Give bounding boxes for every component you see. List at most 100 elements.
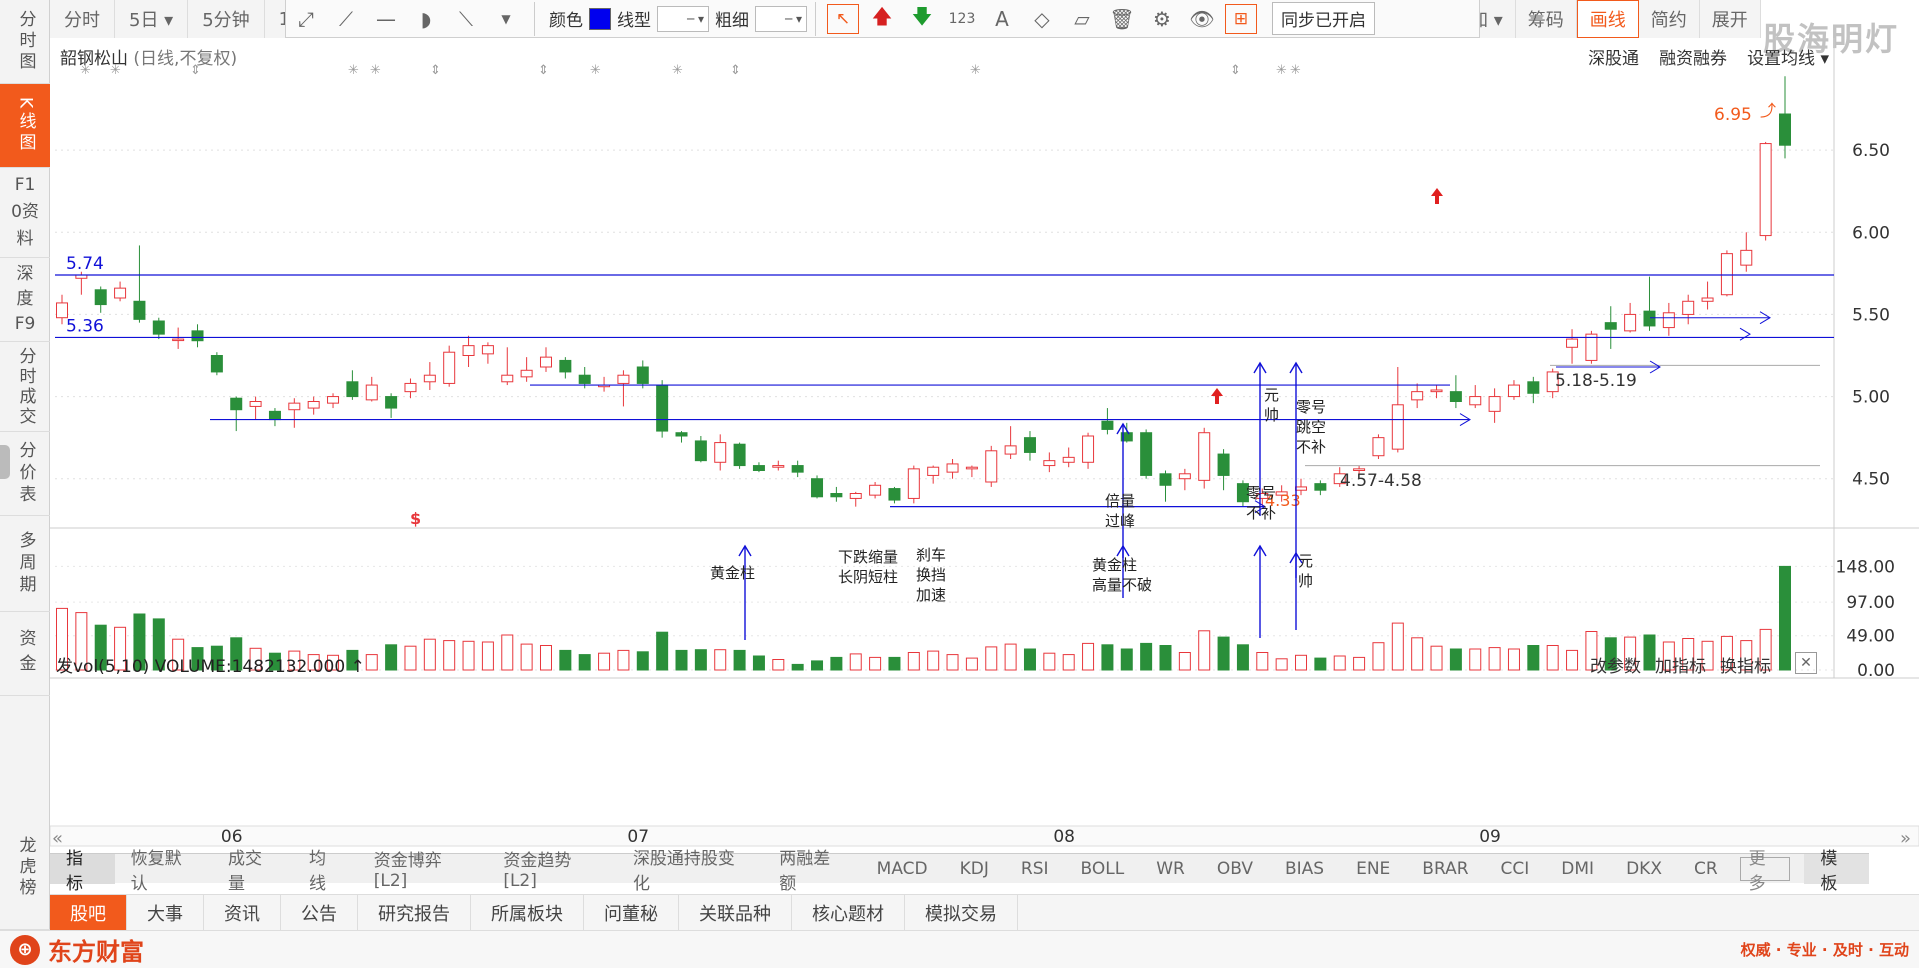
edit-params-link[interactable]: 改参数 [1590,652,1641,677]
pointer-icon[interactable]: ↖ [827,3,859,34]
volume-bar [965,657,978,671]
bottom-nav-tab[interactable]: 所属板块 [471,894,584,931]
candle-body [1043,460,1056,467]
nav-kline-chart[interactable]: K线图 [0,84,50,168]
sync-button[interactable]: 同步已开启 [1272,2,1375,35]
indicator-more-button[interactable]: 更多 [1739,849,1791,894]
indicator-tab[interactable]: ENE [1340,854,1406,884]
candle-body [191,330,204,342]
trash-icon[interactable]: 🗑 [1102,4,1142,34]
nav-depth-f9[interactable]: 深度F9 [0,258,50,342]
tab-5min[interactable]: 5分钟 [188,0,265,38]
switch-indicator-link[interactable]: 换指标 [1720,652,1771,677]
eye-icon[interactable]: 👁 [1182,4,1222,34]
indicator-tab[interactable]: DMI [1545,854,1610,884]
nav-intraday-chart[interactable]: 分时图 [0,0,50,84]
indicator-tab[interactable]: 两融差额 [763,849,860,894]
tab-chips[interactable]: 筹码 [1515,0,1577,38]
collapse-left-handle[interactable] [0,445,10,479]
text-icon[interactable]: A [982,4,1022,34]
up-arrow-icon[interactable]: 🡅 [862,4,902,34]
nav-f10[interactable]: F10资料 [0,168,50,258]
tab-draw-line[interactable]: 画线 [1576,0,1639,38]
down-arrow-icon[interactable]: 🡇 [902,4,942,34]
horizontal-line-icon[interactable]: — [366,4,406,34]
tab-simple[interactable]: 简约 [1638,0,1700,38]
bottom-nav-tab[interactable]: 公告 [281,894,358,931]
bottom-nav-tab[interactable]: 股吧 [50,894,127,931]
volume-bar [598,652,611,671]
bottom-nav-tab[interactable]: 研究报告 [358,894,471,931]
right-tabs: 叠加 ▾ 筹码 画线 简约 展开 [1440,0,1761,38]
gear-icon[interactable]: ⚙ [1142,4,1182,34]
indicator-tab[interactable]: KDJ [944,854,1005,884]
ray-line-icon[interactable]: ⤢ [286,4,326,34]
event-marker-icon: ✳ [1276,63,1287,78]
tab-expand[interactable]: 展开 [1699,0,1761,38]
bottom-nav-tab[interactable]: 问董秘 [584,894,679,931]
indicator-tab[interactable]: CCI [1485,854,1546,884]
indicator-tab[interactable]: WR [1140,854,1201,884]
volume-bar [1295,654,1308,671]
nav-capital[interactable]: 资金 [0,612,50,696]
bottom-nav-tab[interactable]: 模拟交易 [905,894,1018,931]
close-icon[interactable]: ✕ [1795,652,1817,674]
arc-icon[interactable]: ◗ [406,4,446,34]
indicator-tab[interactable]: 资金博弈[L2] [358,851,488,891]
diagonal-line-icon[interactable]: ⟍ [446,4,486,34]
ruler-icon[interactable]: ◇ [1022,4,1062,34]
nav-dragon-tiger[interactable]: 龙虎榜 [0,696,50,930]
indicator-tab[interactable]: OBV [1201,854,1269,884]
template-button[interactable]: 模板 [1804,849,1869,894]
volume-bar [443,640,456,671]
number-icon[interactable]: 123 [942,4,982,34]
bottom-nav-tab[interactable]: 关联品种 [679,894,792,931]
month-label: 09 [1479,827,1501,847]
indicator-tab[interactable]: CR [1678,854,1734,884]
nav-trades[interactable]: 分时成交 [0,342,50,432]
segment-line-icon[interactable]: ⟋ [326,4,366,34]
indicator-tab[interactable]: 资金趋势[L2] [487,851,617,891]
tab-5day[interactable]: 5日 ▾ [115,0,189,38]
candle-body [1682,300,1695,315]
volume-bar [539,645,552,671]
buy-arrow-icon [1431,188,1443,204]
indicator-tab[interactable]: DKX [1610,854,1678,884]
indicator-tab[interactable]: BIAS [1269,854,1340,884]
bottom-nav-tab[interactable]: 核心题材 [792,894,905,931]
high-price-label: 6.95 [1714,105,1752,125]
candle-body [559,359,572,373]
candle-body [423,374,436,383]
volume-bar [423,638,436,671]
note-marshal: 元 [1264,386,1279,404]
tools-dropdown-icon[interactable]: ▼ [486,4,526,34]
color-swatch[interactable] [589,7,611,30]
candle-body [965,466,978,470]
volume-bar [1082,642,1095,671]
indicator-tab[interactable]: 成交量 [212,849,293,894]
add-indicator-link[interactable]: 加指标 [1655,652,1706,677]
line-type-select[interactable]: ─ ▾ [657,5,709,32]
indicator-tab[interactable]: 深股通持股变化 [617,849,763,894]
candle-body [1140,432,1153,476]
magnet-icon[interactable]: ⊞ [1225,3,1257,34]
nav-label: 资金 [15,628,36,679]
indicator-tab[interactable]: 指标 [50,849,115,894]
eraser-icon[interactable]: ▱ [1062,4,1102,34]
indicator-tab[interactable]: 均线 [293,849,358,894]
volume-bar [1333,655,1346,671]
tab-intraday[interactable]: 分时 [50,0,115,38]
note-double-peak: 过峰 [1105,512,1135,530]
bottom-nav-tab[interactable]: 大事 [127,894,204,931]
indicator-tab[interactable]: MACD [861,854,944,884]
indicator-tab[interactable]: 恢复默认 [115,849,212,894]
kline-chart[interactable]: 5.745.366.95 ⤴4.334.57-4.585.18-5.19$✳ ✳ ✳ ✳… [50,38,1919,853]
bottom-nav-tab[interactable]: 资讯 [204,894,281,931]
candle-body [172,338,185,342]
thickness-select[interactable]: ─ ▾ [755,5,807,32]
indicator-tab[interactable]: BRAR [1406,854,1484,884]
nav-multi-period[interactable]: 多周期 [0,516,50,612]
indicator-tab[interactable]: BOLL [1065,854,1141,884]
note-marshal: 帅 [1264,406,1279,424]
indicator-tab[interactable]: RSI [1005,854,1065,884]
